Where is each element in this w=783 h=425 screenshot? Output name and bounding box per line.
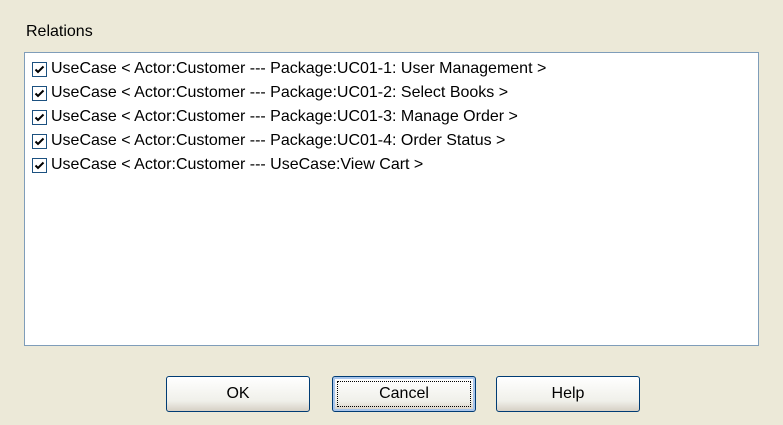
- relation-label: UseCase < Actor:Customer --- Package:UC0…: [51, 132, 506, 149]
- relation-label: UseCase < Actor:Customer --- Package:UC0…: [51, 60, 547, 77]
- relation-item[interactable]: UseCase < Actor:Customer --- Package:UC0…: [25, 57, 758, 81]
- cancel-button[interactable]: Cancel: [332, 376, 476, 412]
- relation-checkbox[interactable]: [32, 109, 47, 125]
- relation-label: UseCase < Actor:Customer --- Package:UC0…: [51, 108, 518, 125]
- relation-checkbox[interactable]: [32, 61, 47, 77]
- relation-label: UseCase < Actor:Customer --- UseCase:Vie…: [51, 156, 424, 173]
- relations-listbox[interactable]: UseCase < Actor:Customer --- Package:UC0…: [24, 52, 759, 346]
- relations-group-title: Relations: [26, 23, 93, 40]
- relation-checkbox[interactable]: [32, 85, 47, 101]
- relation-checkbox[interactable]: [32, 133, 47, 149]
- relations-dialog: Relations UseCase < Actor:Customer --- P…: [0, 0, 783, 425]
- cancel-button-label: Cancel: [379, 385, 429, 402]
- help-button[interactable]: Help: [496, 376, 640, 412]
- relation-item[interactable]: UseCase < Actor:Customer --- Package:UC0…: [25, 81, 758, 105]
- relation-item[interactable]: UseCase < Actor:Customer --- UseCase:Vie…: [25, 153, 758, 177]
- checkmark-icon: [34, 161, 45, 169]
- relation-label: UseCase < Actor:Customer --- Package:UC0…: [51, 84, 509, 101]
- checkmark-icon: [34, 113, 45, 121]
- checkmark-icon: [34, 137, 45, 145]
- relation-checkbox[interactable]: [32, 157, 47, 173]
- relation-item[interactable]: UseCase < Actor:Customer --- Package:UC0…: [25, 105, 758, 129]
- relation-item[interactable]: UseCase < Actor:Customer --- Package:UC0…: [25, 129, 758, 153]
- ok-button[interactable]: OK: [166, 376, 310, 412]
- checkmark-icon: [34, 89, 45, 97]
- checkmark-icon: [34, 65, 45, 73]
